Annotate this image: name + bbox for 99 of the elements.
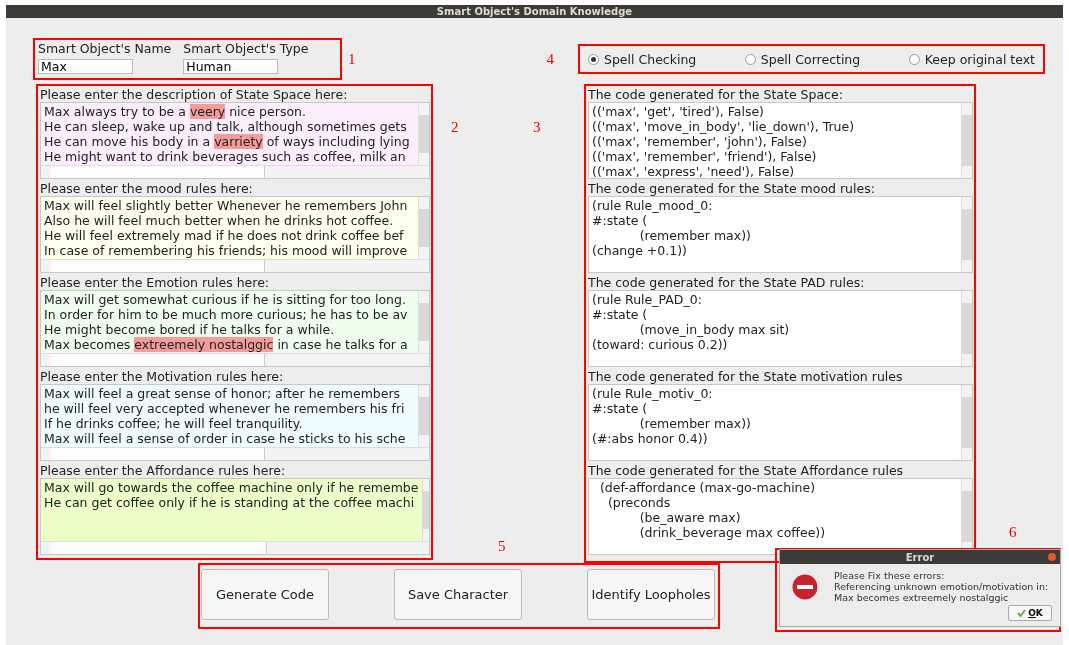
- action-button[interactable]: Save Character: [394, 569, 522, 620]
- section-label: Please enter the Emotion rules here:: [40, 276, 271, 290]
- vertical-scrollbar[interactable]: [961, 291, 972, 366]
- text-area[interactable]: [40, 102, 430, 179]
- text-line: Max becomes extreemely nostalggic in case he talks for a: [44, 337, 409, 352]
- horizontal-scrollbar[interactable]: [41, 353, 429, 366]
- code-line: #:state (: [592, 401, 649, 416]
- vertical-scrollbar[interactable]: [961, 385, 972, 460]
- radio-option[interactable]: Spell Correcting: [744, 51, 861, 67]
- section-label: The code generated for the State Affordance rules: [588, 464, 905, 478]
- code-area[interactable]: (rule Rule_PAD_0: #:state ( (move_in_body max sit) (toward: curious 0.2)): [588, 290, 973, 367]
- text-line: Also he will feel much better when he drinks hot coffee.: [44, 213, 395, 228]
- code-line: #:state (: [592, 213, 649, 228]
- action-button[interactable]: Identify Loopholes: [587, 569, 715, 620]
- text-line: He will feel extremely mad if he does not drink coffee bef: [44, 228, 405, 243]
- text-line: Max will go towards the coffee machine only if he remembe: [44, 480, 419, 495]
- error-message: Max becomes extreemely nostalggic: [834, 592, 1010, 603]
- horizontal-scrollbar[interactable]: [41, 541, 429, 554]
- error-message: Referencing unknown emotion/motivation in:: [834, 581, 1049, 592]
- text-line: Max will get somewhat curious if he is sitting for too long.: [44, 292, 407, 307]
- code-line: (change +0.1)): [592, 243, 688, 258]
- annotation-number: 1: [348, 50, 356, 68]
- code-line: (move_in_body max sit): [638, 322, 791, 337]
- text-line: Max will feel a sense of order in case he sticks to his sche: [44, 431, 407, 446]
- radio-icon[interactable]: [588, 53, 599, 65]
- text-line: He might become bored if he talks for a while.: [44, 322, 336, 337]
- action-button[interactable]: Generate Code: [201, 569, 329, 620]
- code-line: (('max', 'express', 'need'), False): [592, 164, 796, 178]
- code-line: (toward: curious 0.2)): [592, 337, 729, 352]
- code-line: (def-affordance (max-go-machine): [598, 480, 817, 495]
- radio-option[interactable]: Keep original text: [908, 51, 1035, 67]
- horizontal-scrollbar[interactable]: [41, 165, 429, 178]
- code-line: (remember max)): [638, 416, 752, 431]
- code-line: (preconds: [606, 495, 672, 510]
- text-area[interactable]: Max will go towards the coffee machine only if he remembe He can get coffee only if he is standing at the coffee machi: [40, 478, 430, 555]
- field-label: Smart Object's Type: [183, 41, 309, 56]
- section-label: The code generated for the State mood rules:: [588, 182, 876, 196]
- text-line: he will feel very accepted whenever he remembers his fri: [44, 401, 406, 416]
- annotation-number: 5: [498, 538, 506, 555]
- code-line: (#:abs honor 0.4)): [592, 431, 709, 446]
- annotation-number: 2: [451, 119, 459, 136]
- text-line: He can sleep, wake up and talk, although sometimes gets: [44, 119, 408, 134]
- input-field[interactable]: Max: [38, 59, 133, 74]
- section-label: Please enter the Affordance rules here:: [40, 464, 287, 478]
- text-line: If he drinks coffee; he will feel tranquility.: [44, 416, 304, 431]
- vertical-scrollbar[interactable]: [418, 291, 429, 353]
- vertical-scrollbar[interactable]: [961, 197, 972, 272]
- text-line: Max always try to be a veery nice person.: [44, 104, 307, 119]
- radio-icon[interactable]: [744, 53, 756, 65]
- text-line: In case of remembering his friends; his mood will improve: [44, 243, 409, 258]
- code-line: (('max', 'move_in_body', 'lie_down'), True): [592, 119, 856, 134]
- annotation-number: 4: [546, 50, 554, 68]
- section-label: The code generated for the State PAD rules:: [588, 276, 866, 290]
- text-line: In order for him to be much more curious; he has to be av: [44, 307, 409, 322]
- text-line: He can get coffee only if he is standing at the coffee machi: [44, 495, 416, 510]
- annotation-number: 3: [533, 119, 541, 136]
- error-message: Please Fix these errors:: [834, 570, 946, 581]
- code-area[interactable]: (rule Rule_mood_0: #:state ( (remember max)) (change +0.1)): [588, 196, 973, 273]
- code-area[interactable]: (('max', 'get', 'tired'), False) (('max', 'move_in_body', 'lie_down'), True) (('max', 'remember', 'john'), False) (('max', 'remember', 'friend'), False) (('max', 'express', 'need'), False): [588, 102, 973, 179]
- horizontal-scrollbar[interactable]: [41, 259, 429, 272]
- ok-button[interactable]: OK: [1008, 605, 1052, 621]
- code-area[interactable]: (rule Rule_motiv_0: #:state ( (remember max)) (#:abs honor 0.4)): [588, 384, 973, 461]
- vertical-scrollbar[interactable]: [418, 385, 429, 447]
- text-line: He might want to drink beverages such as coffee, milk an: [44, 149, 407, 164]
- text-area[interactable]: [40, 384, 430, 461]
- section-label: The code generated for the State motivation rules: [588, 370, 904, 384]
- text-area[interactable]: [40, 196, 430, 273]
- code-line: (drink_beverage max coffee)): [638, 525, 827, 540]
- code-line: (rule Rule_mood_0:: [592, 198, 714, 213]
- annotation-number: 6: [1009, 524, 1017, 541]
- field-label: Smart Object's Name: [38, 41, 172, 56]
- window-title: Smart Object's Domain Knowledge: [6, 5, 1063, 18]
- code-line: (be_aware max): [638, 510, 742, 525]
- input-field[interactable]: Human: [183, 59, 279, 74]
- code-line: (rule Rule_PAD_0:: [592, 292, 703, 307]
- code-line: (rule Rule_motiv_0:: [592, 386, 714, 401]
- text-area[interactable]: [40, 290, 430, 367]
- section-label: The code generated for the State Space:: [588, 88, 844, 102]
- code-line: (('max', 'remember', 'friend'), False): [592, 149, 818, 164]
- radio-icon[interactable]: [908, 53, 920, 65]
- vertical-scrollbar[interactable]: [418, 197, 429, 259]
- section-label: Please enter the Motivation rules here:: [40, 370, 285, 384]
- text-line: He can move his body in a varriety of ways including lying: [44, 134, 411, 149]
- vertical-scrollbar[interactable]: [421, 479, 429, 541]
- code-line: (('max', 'get', 'tired'), False): [592, 104, 765, 119]
- close-icon[interactable]: [1048, 553, 1056, 561]
- text-line: Max will feel a great sense of honor; after he remembers: [44, 386, 402, 401]
- horizontal-scrollbar[interactable]: [41, 447, 429, 460]
- radio-option[interactable]: Spell Checking: [588, 51, 697, 67]
- vertical-scrollbar[interactable]: [961, 103, 972, 178]
- code-line: (('max', 'remember', 'john'), False): [592, 134, 808, 149]
- section-label: Please enter the mood rules here:: [40, 182, 254, 196]
- text-line: Max will feel slightly better Whenever he remembers John: [44, 198, 409, 213]
- vertical-scrollbar[interactable]: [418, 103, 429, 165]
- code-line: #:state (: [592, 307, 649, 322]
- error-icon: [792, 574, 818, 600]
- section-label: Please enter the description of State Space here:: [40, 88, 349, 102]
- code-line: (remember max)): [638, 228, 752, 243]
- check-icon: [1017, 609, 1027, 617]
